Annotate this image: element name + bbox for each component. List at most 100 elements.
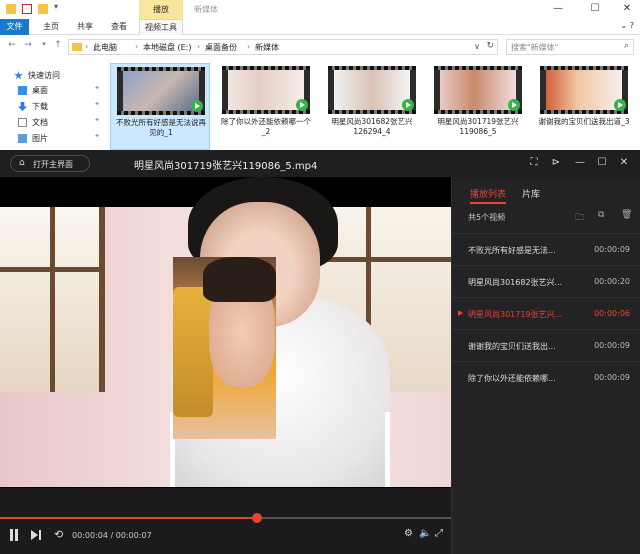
nav-item-documents[interactable]: 文档 ✦ <box>14 116 104 129</box>
add-folder-icon[interactable]: 🗀 <box>575 210 584 226</box>
address-row: ← → ▾ ↑ › 此电脑 › 本地磁盘 (E:) › 桌面备份 › 新媒体 ∨… <box>0 37 640 57</box>
playlist-item-duration: 00:00:20 <box>594 277 630 286</box>
volume-icon[interactable]: 🔈 <box>419 528 431 539</box>
pin-icon[interactable]: ✦ <box>94 100 100 108</box>
film-strip <box>540 110 628 114</box>
settings-icon[interactable]: ⚙ <box>404 528 413 539</box>
minimize-button[interactable]: — <box>543 2 573 16</box>
file-name: 明星风尚301682张艺兴126294_4 <box>331 117 413 136</box>
progress-fill <box>0 517 258 519</box>
tab-file[interactable]: 文件 <box>0 19 29 35</box>
next-icon[interactable] <box>30 529 42 541</box>
playlist-panel: 播放列表 片库 共5个视频 🗀 ⧉ 🗑 不败光所有好感是无法... 00:00:… <box>451 177 640 554</box>
playlist-item-playing[interactable]: ▶ 明星风尚301719张艺兴... 00:00:06 <box>452 297 640 329</box>
file-item[interactable]: 谢谢我的宝贝们送我出道_3 <box>534 63 634 150</box>
video-player-window: ⌂ 打开主界面 明星风尚301719张艺兴119086_5.mp4 ⛶ ⊳ — … <box>0 150 640 554</box>
playlist-item[interactable]: 明星风尚301682张艺兴... 00:00:20 <box>452 265 640 297</box>
playlist-item-duration: 00:00:09 <box>594 373 630 382</box>
address-dropdown-icon[interactable]: ∨ <box>474 42 480 51</box>
context-tab-play[interactable]: 播放 <box>139 0 183 19</box>
progress-handle[interactable] <box>252 513 263 523</box>
document-icon <box>18 118 27 127</box>
cast-icon[interactable]: ⊳ <box>548 156 564 170</box>
address-bar[interactable]: › 此电脑 › 本地磁盘 (E:) › 桌面备份 › 新媒体 ∨ ↻ <box>68 39 498 55</box>
inset-photo <box>173 257 276 439</box>
new-folder-icon[interactable] <box>38 4 48 14</box>
tab-video-tools[interactable]: 视频工具 <box>139 19 183 35</box>
ribbon-expand-icon[interactable]: ⌄ ? <box>621 21 635 30</box>
home-icon: ⌂ <box>19 158 25 168</box>
chevron-right-icon: › <box>247 42 251 51</box>
maximize-button[interactable]: ☐ <box>580 2 610 16</box>
playlist-item[interactable]: 除了你以外还能依赖哪... 00:00:09 <box>452 361 640 393</box>
maximize-button[interactable]: ☐ <box>594 156 610 170</box>
pause-icon[interactable] <box>8 529 20 541</box>
playlist-item-name: 明星风尚301719张艺兴... <box>468 310 563 319</box>
player-title: 明星风尚301719张艺兴119086_5.mp4 <box>134 161 318 172</box>
file-item[interactable]: 不败光所有好感是无法说再见的_1 <box>110 63 210 150</box>
tab-share[interactable]: 共享 <box>72 19 98 35</box>
play-badge-icon <box>508 99 520 111</box>
video-thumbnail <box>222 66 310 114</box>
nav-item-desktop[interactable]: 桌面 ✦ <box>14 84 104 97</box>
pin-icon[interactable]: ✦ <box>94 84 100 92</box>
nav-item-label: 下载 <box>32 102 48 111</box>
inset-hair <box>203 257 276 302</box>
video-thumbnail <box>540 66 628 114</box>
tab-library[interactable]: 片库 <box>522 187 540 200</box>
breadcrumb-drive-e[interactable]: 本地磁盘 (E:) <box>143 42 192 53</box>
forward-button[interactable]: → <box>22 40 34 50</box>
open-main-interface-button[interactable]: ⌂ 打开主界面 <box>10 155 90 172</box>
close-button[interactable]: ✕ <box>612 2 640 16</box>
home-button-label: 打开主界面 <box>33 160 73 169</box>
film-strip <box>117 67 205 71</box>
delete-icon[interactable]: 🗑 <box>621 210 632 220</box>
back-button[interactable]: ← <box>6 40 18 50</box>
close-button[interactable]: ✕ <box>616 156 632 170</box>
minimize-button[interactable]: — <box>572 156 588 170</box>
screenshot-icon[interactable]: ⛶ <box>526 156 542 170</box>
file-item[interactable]: 明星风尚301682张艺兴126294_4 <box>322 63 422 150</box>
film-strip <box>222 66 310 70</box>
file-item[interactable]: 除了你以外还能依赖哪一个_2 <box>216 63 316 150</box>
nav-item-pictures[interactable]: 图片 ✦ <box>14 132 104 145</box>
playlist-count: 共5个视频 <box>468 213 506 222</box>
pin-icon[interactable]: ✦ <box>94 116 100 124</box>
video-thumbnail <box>328 66 416 114</box>
loop-icon[interactable]: ⟲ <box>54 528 63 541</box>
nav-item-label: 图片 <box>32 134 48 143</box>
window-title: 新媒体 <box>194 5 218 14</box>
recent-dropdown-icon[interactable]: ▾ <box>38 40 50 48</box>
file-list: 不败光所有好感是无法说再见的_1 除了你以外还能依赖哪一个_2 明星风尚3016… <box>110 63 640 150</box>
file-item[interactable]: 明星风尚301719张艺兴119086_5 <box>428 63 528 150</box>
breadcrumb-new-media[interactable]: 新媒体 <box>255 42 279 53</box>
video-canvas[interactable] <box>0 177 451 488</box>
pin-icon[interactable]: ✦ <box>94 132 100 140</box>
breadcrumb-desktop-backup[interactable]: 桌面备份 <box>205 42 237 53</box>
playlist-item-duration: 00:00:09 <box>594 341 630 350</box>
add-file-icon[interactable]: ⧉ <box>598 210 604 220</box>
folder-icon[interactable] <box>6 4 16 14</box>
tab-playlist[interactable]: 播放列表 <box>470 187 506 200</box>
film-strip <box>328 66 416 70</box>
breadcrumb-this-pc[interactable]: 此电脑 <box>93 42 117 53</box>
playlist-item[interactable]: 不败光所有好感是无法... 00:00:09 <box>452 233 640 265</box>
search-input[interactable]: 搜索"新媒体" ⌕ <box>506 39 634 55</box>
nav-item-label: 文档 <box>32 118 48 127</box>
properties-icon[interactable] <box>22 4 32 14</box>
chevron-right-icon: › <box>85 42 89 51</box>
nav-item-downloads[interactable]: 下载 ✦ <box>14 100 104 113</box>
nav-item-quick-access[interactable]: 快速访问 <box>10 69 100 82</box>
navigation-pane: 快速访问 桌面 ✦ 下载 ✦ 文档 ✦ 图片 ✦ <box>0 63 104 150</box>
quick-access-dropdown-icon[interactable]: ▾ <box>54 2 58 11</box>
playlist-item[interactable]: 谢谢我的宝贝们送我出... 00:00:09 <box>452 329 640 361</box>
search-icon[interactable]: ⌕ <box>624 41 629 51</box>
tab-home[interactable]: 主页 <box>38 19 64 35</box>
fullscreen-icon[interactable]: ⤢ <box>435 528 443 539</box>
explorer-titlebar: ▾ 播放 新媒体 — ☐ ✕ <box>0 0 640 19</box>
tab-view[interactable]: 查看 <box>106 19 132 35</box>
playlist-item-name: 明星风尚301682张艺兴... <box>468 278 563 287</box>
refresh-icon[interactable]: ↻ <box>486 41 494 51</box>
film-strip <box>222 110 310 114</box>
up-button[interactable]: ↑ <box>52 40 64 50</box>
